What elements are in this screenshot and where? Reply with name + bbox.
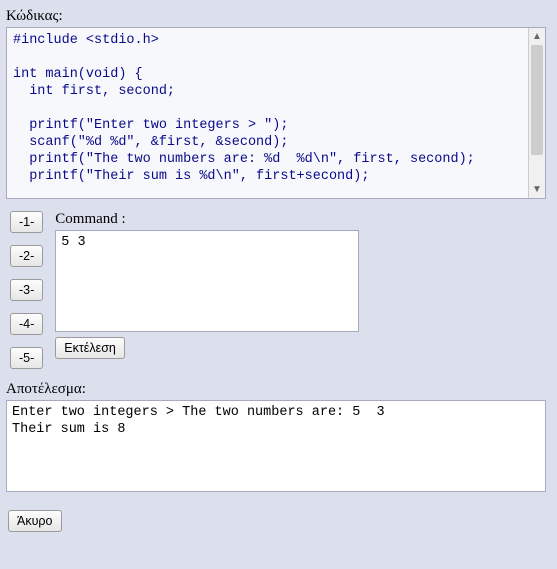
command-label: Command :	[55, 211, 359, 228]
code-editor[interactable]: #include <stdio.h> int main(void) { int …	[6, 27, 546, 199]
num-button-4[interactable]: -4-	[10, 313, 43, 335]
execute-button[interactable]: Εκτέλεση	[55, 337, 125, 359]
num-button-2[interactable]: -2-	[10, 245, 43, 267]
scroll-up-icon[interactable]: ▲	[529, 28, 546, 45]
command-input[interactable]	[55, 230, 359, 332]
code-content: #include <stdio.h> int main(void) { int …	[7, 28, 528, 189]
num-button-5[interactable]: -5-	[10, 347, 43, 369]
result-output: Enter two integers > The two numbers are…	[6, 400, 546, 492]
num-button-3[interactable]: -3-	[10, 279, 43, 301]
code-scrollbar[interactable]: ▲ ▼	[528, 28, 545, 198]
scroll-track[interactable]	[529, 45, 545, 181]
cancel-button[interactable]: Άκυρο	[8, 510, 62, 532]
result-section-label: Αποτέλεσμα:	[6, 381, 551, 398]
num-button-1[interactable]: -1-	[10, 211, 43, 233]
number-buttons-column: -1- -2- -3- -4- -5-	[10, 211, 43, 369]
scroll-down-icon[interactable]: ▼	[529, 181, 546, 198]
scroll-thumb[interactable]	[531, 45, 543, 155]
code-section-label: Κώδικας:	[6, 8, 551, 25]
